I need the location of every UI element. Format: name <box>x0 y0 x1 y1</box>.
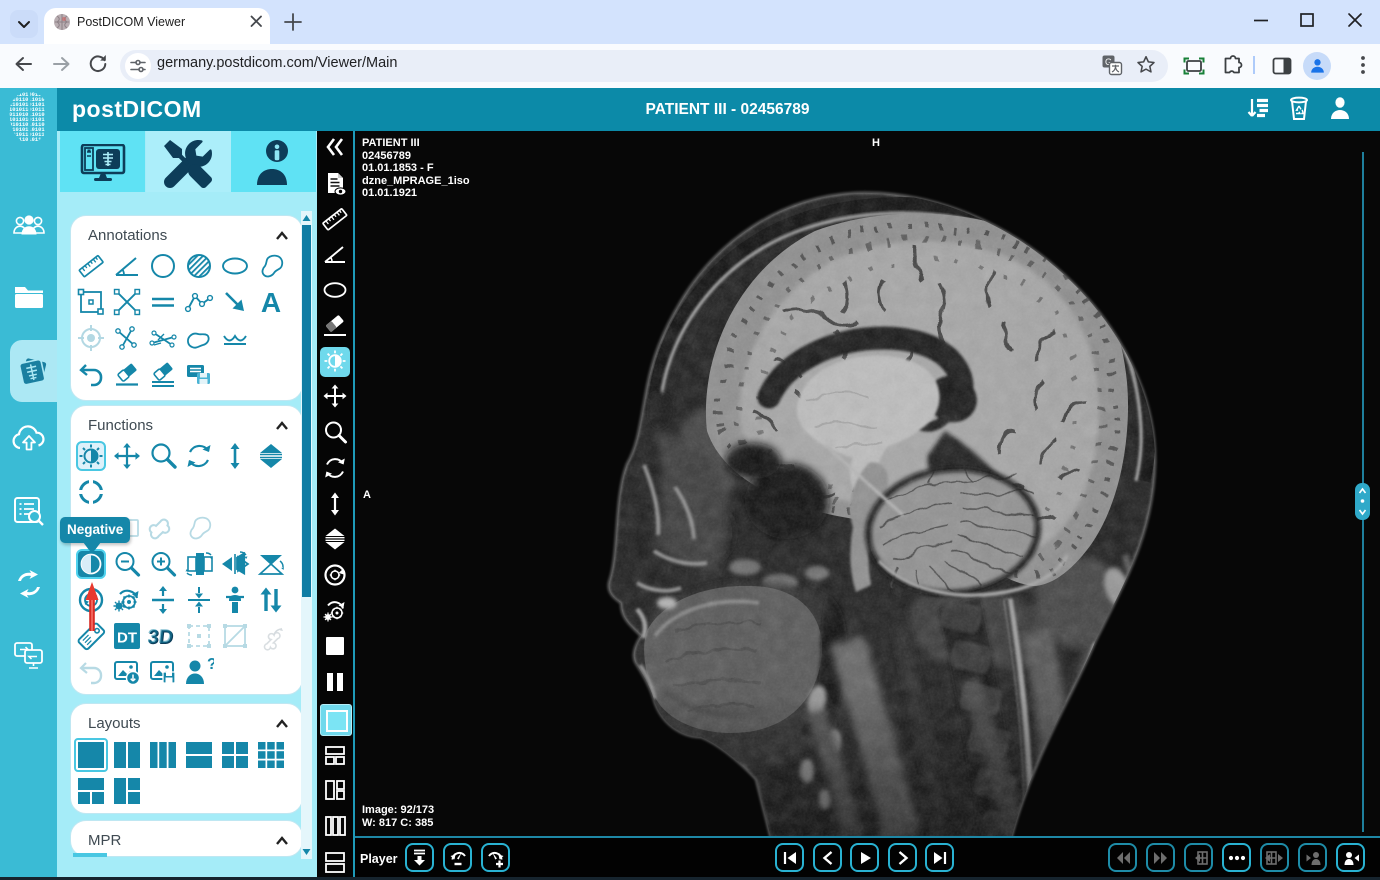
svg-text:DT: DT <box>117 630 137 647</box>
svg-text:?: ? <box>207 657 214 673</box>
svg-text:3D: 3D <box>148 626 174 648</box>
svg-text:A: A <box>261 287 281 317</box>
svg-text:01011010110: 01011010110 <box>9 137 45 143</box>
